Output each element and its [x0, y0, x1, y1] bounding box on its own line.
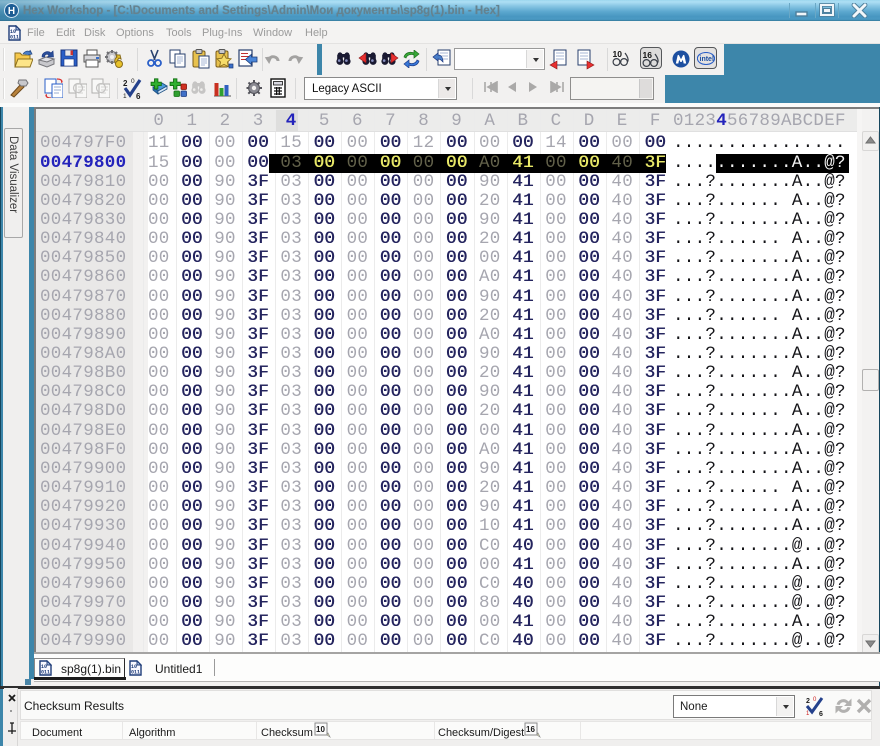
svg-text:1: 1	[123, 93, 127, 99]
svg-text:H: H	[8, 6, 15, 17]
svg-text:10: 10	[316, 725, 325, 734]
svg-text:6: 6	[819, 711, 823, 717]
svg-text:2: 2	[123, 79, 128, 88]
svg-text:011: 011	[131, 670, 140, 676]
svg-text:10: 10	[613, 49, 623, 59]
svg-text:1: 1	[806, 711, 810, 717]
svg-text:0: 0	[131, 78, 135, 85]
svg-text:011: 011	[41, 670, 50, 676]
svg-text:16: 16	[526, 725, 535, 734]
svg-text:6: 6	[136, 92, 141, 99]
svg-text:011: 011	[10, 35, 19, 41]
svg-text:0: 0	[813, 697, 817, 703]
svg-text:intel: intel	[700, 56, 714, 63]
svg-text:16: 16	[643, 50, 653, 60]
svg-text:2: 2	[806, 698, 810, 705]
